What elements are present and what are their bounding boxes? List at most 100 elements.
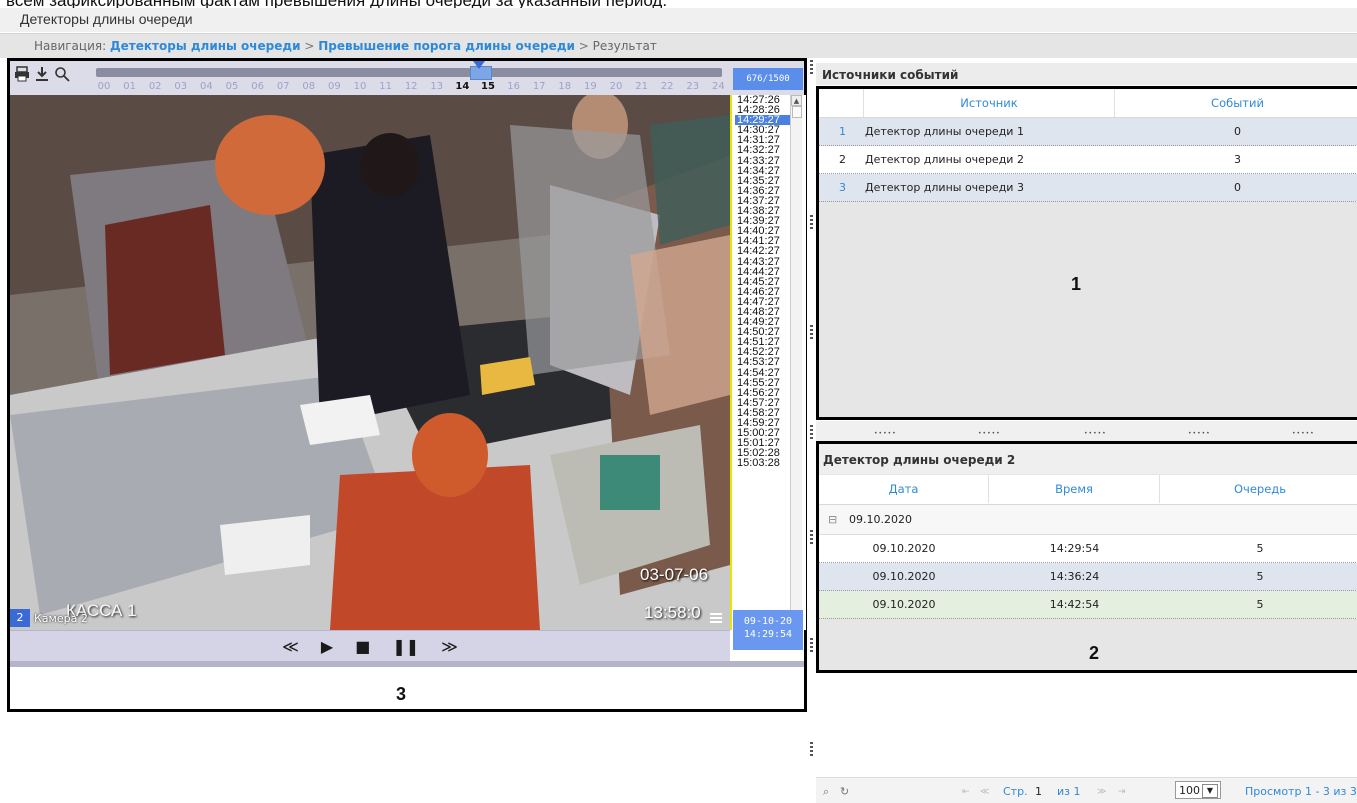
breadcrumb-link-detectors[interactable]: Детекторы длины очереди [110, 39, 301, 53]
time-list-item[interactable]: 14:42:27 [735, 246, 793, 257]
timeline-hour-label[interactable]: 13 [424, 81, 450, 92]
column-header-queue[interactable]: Очередь [1160, 475, 1357, 503]
splitter-grip[interactable] [810, 215, 813, 231]
camera-label: 2 Камера 2 [10, 608, 88, 628]
source-name: Детектор длины очереди 3 [865, 181, 1024, 194]
table-row[interactable]: 3 Детектор длины очереди 3 0 [819, 174, 1357, 202]
table-row[interactable]: 2 Детектор длины очереди 2 3 [819, 146, 1357, 174]
event-count: 0 [1234, 125, 1241, 138]
splitter-grip[interactable] [810, 742, 813, 758]
timeline-hour-label[interactable]: 03 [168, 81, 194, 92]
splitter-grip[interactable] [810, 325, 813, 341]
timeline-hour-label[interactable]: 21 [629, 81, 655, 92]
print-icon[interactable] [13, 66, 31, 84]
sources-grid-header: Источник Событий [819, 89, 1357, 118]
menu-icon[interactable] [710, 612, 722, 628]
timeline-hour-label[interactable]: 16 [501, 81, 527, 92]
timeline-track[interactable] [96, 68, 722, 77]
time-list-item[interactable]: 15:03:28 [735, 458, 793, 469]
stop-button[interactable]: ■ [355, 637, 370, 656]
scroll-thumb[interactable] [792, 106, 802, 118]
timeline-hour-label[interactable]: 07 [270, 81, 296, 92]
row-number: 1 [839, 125, 846, 138]
timeline-hour-label[interactable]: 11 [373, 81, 399, 92]
collapse-group-icon[interactable]: ⊟ [828, 513, 837, 526]
fast-forward-button[interactable]: ≫ [441, 637, 458, 656]
page-size-select[interactable]: 100 ▼ [1175, 781, 1221, 799]
column-header-events[interactable]: Событий [1115, 89, 1357, 117]
download-icon[interactable] [33, 66, 51, 84]
timeline-hour-label[interactable]: 17 [526, 81, 552, 92]
splitter-grip[interactable] [810, 425, 813, 441]
table-row[interactable]: 09.10.2020 14:36:24 5 [819, 563, 1357, 591]
timeline-hour-label[interactable]: 15 [475, 81, 501, 92]
timeline-hour-label[interactable]: 01 [117, 81, 143, 92]
breadcrumb-separator: > [578, 39, 589, 53]
page-header: Детекторы длины очереди [0, 8, 1357, 32]
cell-time: 14:36:24 [1049, 570, 1100, 583]
first-page-icon[interactable]: ⇤ [962, 787, 970, 797]
event-time-list[interactable]: 14:27:26 14:28:26 14:29:27 14:30:27 14:31:27… [730, 95, 806, 630]
timeline-hour-label[interactable]: 09 [321, 81, 347, 92]
page-label: Стр. [1003, 785, 1028, 798]
timeline-hour-label[interactable]: 23 [680, 81, 706, 92]
sources-title: Источники событий [822, 68, 959, 82]
cell-time: 14:42:54 [1049, 598, 1100, 611]
cell-date: 09.10.2020 [872, 570, 936, 583]
timeline-hour-label[interactable]: 22 [654, 81, 680, 92]
pause-button[interactable]: ❚❚ [392, 637, 419, 656]
table-row[interactable]: 09.10.2020 14:42:54 5 [819, 591, 1357, 619]
column-header-time[interactable]: Время [989, 475, 1160, 503]
breadcrumb-link-threshold[interactable]: Превышение порога длины очереди [318, 39, 575, 53]
horizontal-splitter[interactable]: ••••• ••••• ••••• ••••• ••••• [816, 421, 1357, 441]
time-list-scrollbar[interactable]: ▲ ▼ [790, 95, 802, 630]
breadcrumb: Навигация: Детекторы длины очереди > Пре… [0, 33, 1357, 58]
timeline-hour-label[interactable]: 06 [245, 81, 271, 92]
video-frame[interactable]: КАССА 1 03-07-06 13:58:0 2 Камера 2 [10, 95, 730, 630]
search-icon[interactable] [53, 66, 71, 84]
timeline-hour-label[interactable]: 24 [705, 81, 731, 92]
scroll-up-arrow-icon[interactable]: ▲ [791, 95, 802, 106]
prev-page-icon[interactable]: ≪ [980, 787, 989, 797]
table-row[interactable]: 09.10.2020 14:29:54 5 [819, 535, 1357, 563]
timeline-hour-label[interactable]: 19 [577, 81, 603, 92]
column-header-index [819, 89, 864, 117]
column-header-date[interactable]: Дата [819, 475, 989, 503]
timeline-hour-label[interactable]: 12 [398, 81, 424, 92]
timeline-hour-label[interactable]: 08 [296, 81, 322, 92]
cell-time: 14:29:54 [1049, 542, 1100, 555]
play-button[interactable]: ▶ [321, 637, 333, 656]
rewind-button[interactable]: ≪ [282, 637, 299, 656]
timeline-hour-label[interactable]: 18 [552, 81, 578, 92]
group-row[interactable]: ⊟ 09.10.2020 [819, 505, 1357, 535]
video-osd-time: 13:58:0 [644, 603, 701, 622]
timeline-hour-label[interactable]: 14 [449, 81, 475, 92]
row-number: 3 [839, 181, 846, 194]
cell-queue: 5 [1256, 542, 1264, 555]
event-count: 0 [1234, 181, 1241, 194]
splitter-grip[interactable] [810, 530, 813, 546]
table-row[interactable]: 1 Детектор длины очереди 1 0 [819, 118, 1357, 146]
group-label: 09.10.2020 [849, 513, 912, 526]
video-player-panel: 00 01 02 03 04 05 06 07 08 09 10 11 12 13 14 15 16 17 18 19… [7, 58, 807, 712]
video-osd-date: 03-07-06 [640, 565, 709, 584]
page-title: Детекторы длины очереди [20, 11, 193, 27]
timeline-hour-label[interactable]: 02 [142, 81, 168, 92]
splitter-grip[interactable] [810, 60, 813, 76]
callout-number-1: 1 [1071, 274, 1082, 294]
column-header-source[interactable]: Источник [864, 89, 1115, 117]
timeline-hour-label[interactable]: 04 [193, 81, 219, 92]
source-name: Детектор длины очереди 1 [865, 125, 1024, 138]
timeline-hour-label[interactable]: 20 [603, 81, 629, 92]
page-number-input[interactable]: 1 [1035, 785, 1042, 798]
timeline-hour-label[interactable]: 10 [347, 81, 373, 92]
breadcrumb-current: Результат [592, 39, 657, 53]
cell-date: 09.10.2020 [872, 542, 936, 555]
refresh-icon[interactable]: ↻ [840, 785, 849, 798]
timeline-hour-label[interactable]: 05 [219, 81, 245, 92]
timeline-hour-label[interactable]: 00 [91, 81, 117, 92]
last-page-icon[interactable]: ⇥ [1118, 787, 1126, 797]
search-icon[interactable]: ⌕ [823, 785, 829, 799]
next-page-icon[interactable]: ≫ [1097, 787, 1106, 797]
splitter-grip[interactable] [810, 638, 813, 654]
